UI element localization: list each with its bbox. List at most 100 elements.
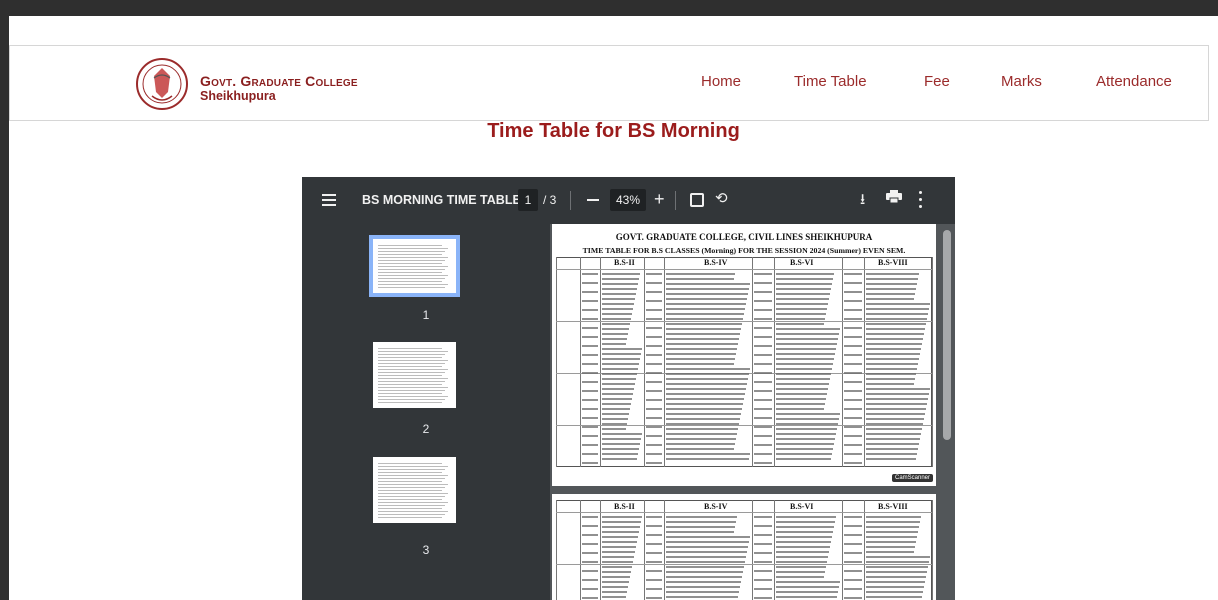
thumbnail-page-2[interactable] xyxy=(373,342,456,408)
page-frame: Govt. Graduate College Sheikhupura Home … xyxy=(9,16,1218,600)
scanned-text-line xyxy=(666,576,742,578)
scanned-text-line xyxy=(666,586,740,588)
zoom-out-icon[interactable] xyxy=(587,199,599,201)
thumbnail-text-line xyxy=(378,511,448,512)
grid-vline xyxy=(556,257,557,467)
scanned-text-line xyxy=(582,273,598,275)
print-icon[interactable] xyxy=(886,190,902,203)
scanned-text-line xyxy=(844,363,862,365)
thumbnail-page-1[interactable] xyxy=(369,235,460,297)
pdf-viewer[interactable]: BS MORNING TIME TABLE 1 / 3 43% + ⟲ ⭳ 1 xyxy=(302,177,955,600)
nav-fee[interactable]: Fee xyxy=(924,73,950,90)
page-number-input[interactable]: 1 xyxy=(518,189,538,211)
scanned-text-line xyxy=(666,298,747,300)
thumbnail-text-line xyxy=(378,278,445,279)
grid-vline xyxy=(600,257,601,467)
scanned-text-line xyxy=(844,516,862,518)
thumbnail-text-line xyxy=(378,351,448,352)
thumbnail-sidebar[interactable]: 1 2 3 xyxy=(302,224,550,600)
scanned-text-line xyxy=(866,531,918,533)
scanned-text-line xyxy=(776,551,829,553)
thumbnail-text-line xyxy=(378,366,442,367)
nav-marks[interactable]: Marks xyxy=(1001,73,1042,90)
rotate-icon[interactable]: ⟲ xyxy=(715,189,728,207)
scanned-text-line xyxy=(666,278,734,280)
page-title: Time Table for BS Morning xyxy=(487,120,740,142)
scanned-text-line xyxy=(646,417,662,419)
scanned-text-line xyxy=(776,561,827,563)
scanned-text-line xyxy=(866,438,920,440)
scrollbar-thumb[interactable] xyxy=(943,230,951,440)
scanned-text-line xyxy=(776,273,834,275)
grid-hline xyxy=(556,512,932,513)
scanned-text-line xyxy=(582,363,598,365)
scanned-text-line xyxy=(776,423,838,425)
scanned-text-line xyxy=(866,586,924,588)
scanned-text-line xyxy=(582,390,598,392)
scanned-text-line xyxy=(866,443,919,445)
brand-name[interactable]: Govt. Graduate College Sheikhupura xyxy=(200,74,358,104)
scanned-text-line xyxy=(754,570,772,572)
scanned-text-line xyxy=(776,576,824,578)
scanned-text-line xyxy=(646,390,662,392)
thumbnail-text-line xyxy=(378,387,448,388)
college-logo[interactable] xyxy=(134,56,190,112)
scanned-text-line xyxy=(776,433,836,435)
scanned-text-line xyxy=(844,390,862,392)
scanned-text-line xyxy=(754,381,772,383)
scanned-text-line xyxy=(866,418,924,420)
scanned-text-line xyxy=(776,358,834,360)
scanned-text-line xyxy=(776,283,832,285)
scanned-text-line xyxy=(666,546,748,548)
download-icon[interactable]: ⭳ xyxy=(860,189,865,214)
thumbnail-text-line xyxy=(378,466,448,467)
zoom-in-icon[interactable]: + xyxy=(654,189,665,209)
nav-home[interactable]: Home xyxy=(701,73,741,90)
scanned-text-line xyxy=(666,348,737,350)
brand-line2: Sheikhupura xyxy=(200,89,276,103)
zoom-level-input[interactable]: 43% xyxy=(610,189,646,211)
scanned-text-line xyxy=(582,309,598,311)
more-options-icon[interactable] xyxy=(919,191,922,208)
scanned-text-line xyxy=(666,393,745,395)
fit-page-icon[interactable] xyxy=(690,193,704,207)
scanned-text-line xyxy=(666,308,745,310)
scanned-text-line xyxy=(602,438,641,440)
thumbnail-text-line xyxy=(378,269,445,270)
scanned-text-line xyxy=(776,293,830,295)
nav-attendance[interactable]: Attendance xyxy=(1096,73,1172,90)
scanned-text-line xyxy=(582,588,598,590)
thumbnail-page-3[interactable] xyxy=(373,457,456,523)
scanned-text-line xyxy=(866,448,918,450)
scanned-text-line xyxy=(602,308,633,310)
scanned-text-line xyxy=(866,413,925,415)
scanned-text-line xyxy=(582,426,598,428)
scanned-text-line xyxy=(754,282,772,284)
scanned-text-line xyxy=(866,403,927,405)
scanned-text-line xyxy=(602,338,627,340)
scanned-text-line xyxy=(866,303,930,305)
scanned-text-line xyxy=(666,571,743,573)
menu-icon[interactable] xyxy=(322,194,336,206)
scanned-text-line xyxy=(866,378,915,380)
scanned-text-line xyxy=(666,516,737,518)
scanned-text-line xyxy=(602,566,632,568)
pdf-title: BS MORNING TIME TABLE xyxy=(362,193,521,207)
scanned-text-line xyxy=(776,388,828,390)
grid-vline xyxy=(752,500,753,600)
scanned-text-line xyxy=(582,525,598,527)
scanned-text-line xyxy=(602,571,631,573)
column-header: B.S-VI xyxy=(790,502,814,511)
scanned-text-line xyxy=(666,423,739,425)
scanned-text-line xyxy=(666,373,749,375)
scanned-text-line xyxy=(602,516,642,518)
pdf-page-area[interactable]: GOVT. GRADUATE COLLEGE, CIVIL LINES SHEI… xyxy=(550,224,955,600)
scanned-text-line xyxy=(866,278,918,280)
scanned-text-line xyxy=(602,423,627,425)
grid-vline xyxy=(556,500,557,600)
nav-time-table[interactable]: Time Table xyxy=(794,73,867,90)
column-header: B.S-II xyxy=(614,258,635,267)
scanned-text-line xyxy=(582,552,598,554)
scanned-text-line xyxy=(646,399,662,401)
scanned-text-line xyxy=(602,408,630,410)
